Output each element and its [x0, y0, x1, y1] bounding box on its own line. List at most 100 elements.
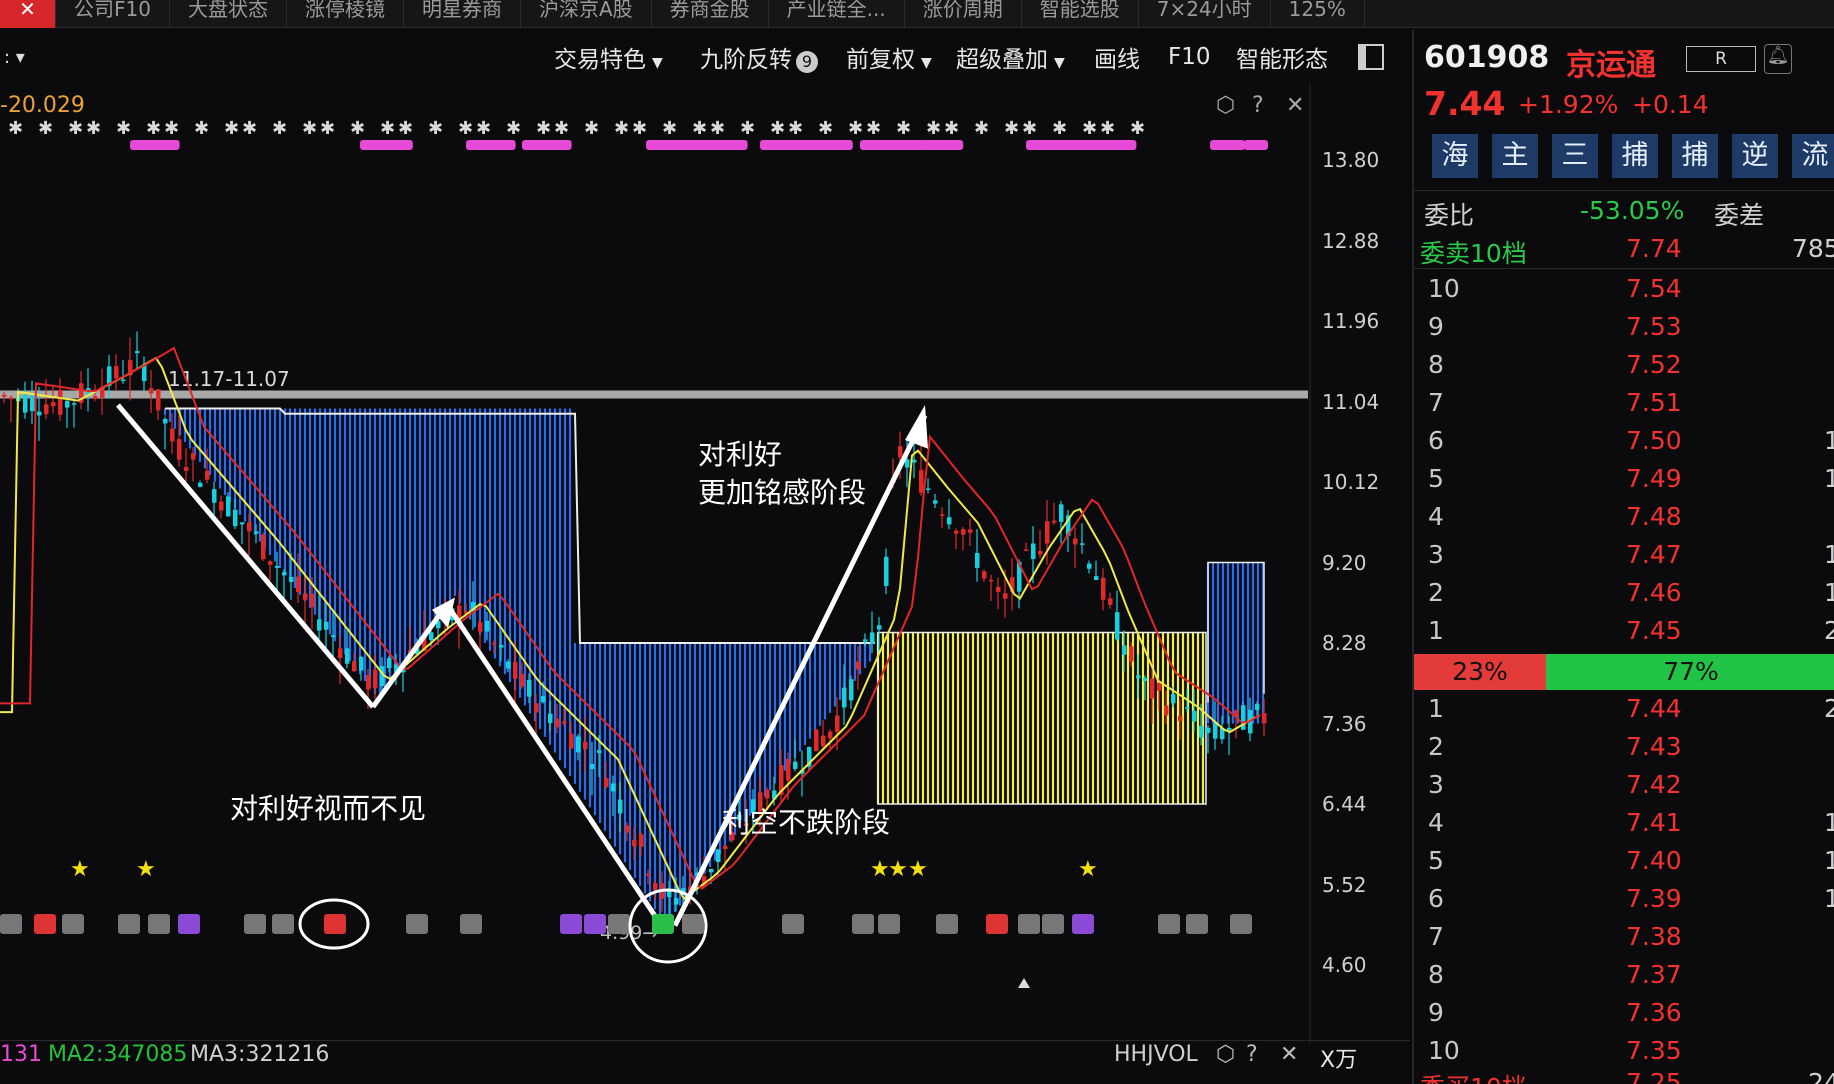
ask-row[interactable]: 5 7.49 1 — [1414, 464, 1834, 502]
top-tab-4[interactable]: 沪深京A股 — [521, 0, 652, 28]
bid-row[interactable]: 4 7.41 1 — [1414, 808, 1834, 846]
r-badge[interactable]: R — [1686, 46, 1756, 72]
chart-help-icon[interactable]: ? — [1252, 93, 1264, 118]
candle — [135, 331, 140, 370]
ask-level: 3 — [1428, 540, 1444, 569]
top-tab-9[interactable]: 7×24小时 — [1139, 0, 1271, 28]
event-badge — [936, 914, 958, 934]
y-tick-label: 11.04 — [1322, 389, 1380, 414]
toolbar-item-5[interactable]: F10 — [1168, 44, 1211, 70]
top-tab-3[interactable]: 明星券商 — [404, 0, 521, 28]
blue-zone-2-edge — [1207, 561, 1265, 703]
ask-row[interactable]: 8 7.52 — [1414, 350, 1834, 388]
candle — [156, 389, 161, 420]
candle — [9, 395, 14, 423]
event-badge — [1072, 914, 1094, 934]
signal-marker-magenta — [1210, 140, 1246, 150]
signal-marker: ✱ — [1100, 118, 1115, 139]
candle — [268, 560, 273, 581]
toolbar-item-6[interactable]: 智能形态 — [1236, 40, 1328, 74]
candle — [1087, 560, 1092, 574]
quick-nav-button-0[interactable]: 海 — [1432, 134, 1478, 178]
cursor-triangle-icon — [1018, 978, 1030, 988]
bid-price: 7.37 — [1626, 960, 1682, 989]
candle — [884, 548, 889, 595]
top-tab-2[interactable]: 涨停棱镜 — [287, 0, 404, 28]
top-tab-6[interactable]: 产业链全... — [769, 0, 905, 28]
top-tab-7[interactable]: 涨价周期 — [905, 0, 1022, 28]
toolbar-item-3[interactable]: 超级叠加 ▼ — [956, 40, 1065, 74]
chart-toolbar: : ▾ 交易特色 ▼ 九阶反转 9 前复权 ▼ 超级叠加 ▼ 画线 F10 智能形态 — [0, 30, 1410, 84]
top-tab-0[interactable]: 公司F10 — [56, 0, 170, 28]
signal-marker-magenta — [466, 140, 516, 150]
candle — [940, 507, 945, 528]
ask-row[interactable]: 2 7.46 1 — [1414, 578, 1834, 616]
ask-price: 7.51 — [1626, 388, 1682, 417]
close-tab-button[interactable]: ✕ — [0, 0, 56, 28]
event-badge — [148, 914, 170, 934]
bid-row[interactable]: 1 7.44 2 — [1414, 694, 1834, 732]
signal-marker: ✱ — [944, 118, 959, 139]
ask-price: 7.50 — [1626, 426, 1682, 455]
ask-row[interactable]: 1 7.45 2 — [1414, 616, 1834, 654]
event-badge — [682, 914, 704, 934]
bid-price: 7.35 — [1626, 1036, 1682, 1065]
change-abs: +0.14 — [1632, 90, 1709, 119]
top-tab-8[interactable]: 智能选股 — [1022, 0, 1139, 28]
toolbar-item-2[interactable]: 前复权 ▼ — [846, 40, 932, 74]
ask-row[interactable]: 7 7.51 — [1414, 388, 1834, 426]
chart-settings-icon[interactable]: ⬡ — [1216, 93, 1235, 118]
bid-row[interactable]: 5 7.40 1 — [1414, 846, 1834, 884]
ask-volume: 1 — [1824, 540, 1834, 569]
candle — [926, 478, 931, 494]
signal-marker: ✱ — [614, 118, 629, 139]
quick-nav-button-6[interactable]: 流 — [1792, 134, 1834, 178]
signal-marker: ✱ — [740, 118, 755, 139]
ask-row[interactable]: 9 7.53 — [1414, 312, 1834, 350]
candle — [100, 368, 105, 415]
toolbar-item-4[interactable]: 画线 — [1094, 40, 1140, 74]
candle — [548, 701, 553, 732]
quick-nav-button-1[interactable]: 主 — [1492, 134, 1538, 178]
candle — [982, 569, 987, 582]
ask-row[interactable]: 4 7.48 — [1414, 502, 1834, 540]
bid-row[interactable]: 2 7.43 — [1414, 732, 1834, 770]
ma2-value: MA2:347085 — [48, 1042, 188, 1067]
top-tab-5[interactable]: 券商金股 — [652, 0, 769, 28]
candle — [800, 750, 805, 797]
period-dropdown-icon[interactable]: : ▾ — [4, 47, 34, 68]
indicator-help-icon[interactable]: ? — [1246, 1042, 1258, 1067]
sell10-price: 7.74 — [1626, 234, 1682, 263]
bid-row[interactable]: 7 7.38 — [1414, 922, 1834, 960]
alarm-icon[interactable]: 🔔︎ — [1764, 44, 1792, 74]
bid-price: 7.41 — [1626, 808, 1682, 837]
bid-row[interactable]: 9 7.36 — [1414, 998, 1834, 1036]
indicator-settings-icon[interactable]: ⬡ — [1216, 1042, 1235, 1067]
ask-row[interactable]: 10 7.54 — [1414, 274, 1834, 312]
ask-row[interactable]: 3 7.47 1 — [1414, 540, 1834, 578]
toolbar-item-0[interactable]: 交易特色 ▼ — [554, 40, 663, 74]
chart-close-icon[interactable]: ✕ — [1286, 93, 1304, 118]
toolbar-item-1[interactable]: 九阶反转 9 — [700, 40, 818, 74]
event-badge — [782, 914, 804, 934]
quick-nav-button-5[interactable]: 逆 — [1732, 134, 1778, 178]
bid-row[interactable]: 3 7.42 — [1414, 770, 1834, 808]
weibi-value: -53.05% — [1580, 196, 1685, 225]
indicator-close-icon[interactable]: ✕ — [1280, 1042, 1298, 1067]
layout-toggle-icon[interactable] — [1358, 44, 1384, 70]
y-tick-label: 9.20 — [1322, 550, 1367, 575]
signal-marker-magenta — [920, 140, 964, 150]
quick-nav-button-4[interactable]: 捕 — [1672, 134, 1718, 178]
bid-row[interactable]: 6 7.39 1 — [1414, 884, 1834, 922]
kline-chart[interactable]: -20.029 ⬡? ✕✱ ✱ ✱ ✱ ✱ ✱ ✱ ✱ ✱ ✱ ✱ ✱ ✱ ✱ ✱ ✱ ✱ ✱ ✱ ✱ ✱ ✱ ✱ ✱ ✱ ✱ ✱ ✱ ✱ ✱… — [0, 84, 1410, 1044]
quick-nav-button-2[interactable]: 三 — [1552, 134, 1598, 178]
quick-nav-button-3[interactable]: 捕 — [1612, 134, 1658, 178]
ask-row[interactable]: 6 7.50 1 — [1414, 426, 1834, 464]
candle — [1080, 523, 1085, 554]
dropdown-caret-icon: ▼ — [921, 55, 932, 71]
event-badge — [1018, 914, 1040, 934]
top-tab-1[interactable]: 大盘状态 — [170, 0, 287, 28]
signal-marker-magenta — [360, 140, 413, 150]
bid-row[interactable]: 8 7.37 — [1414, 960, 1834, 998]
top-tab-10[interactable]: 125% — [1271, 0, 1365, 28]
